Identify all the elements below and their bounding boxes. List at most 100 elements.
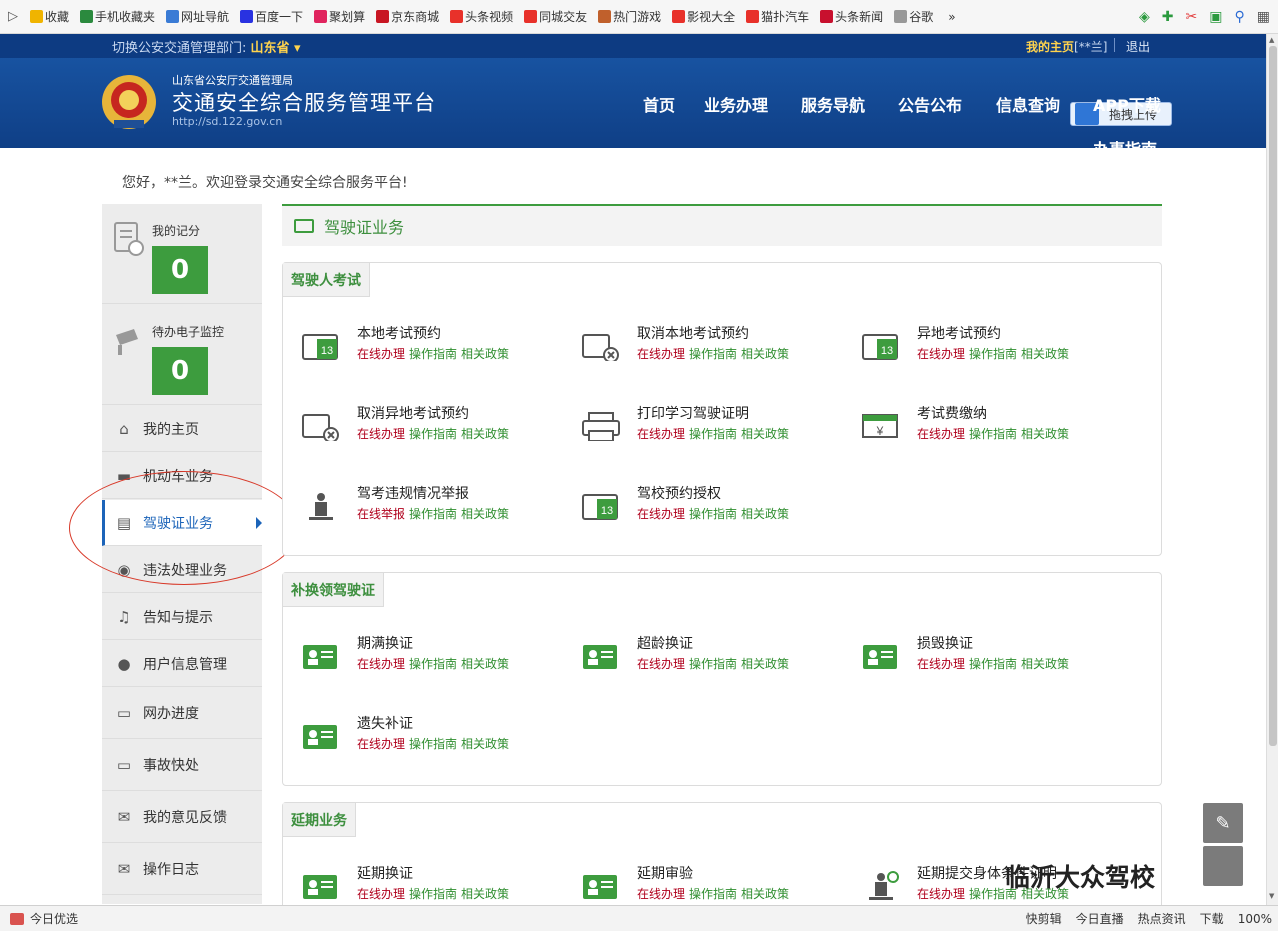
favorite-item[interactable]: 影视大全	[672, 8, 735, 25]
nav-app-download[interactable]: APP下载	[1093, 92, 1161, 116]
favorite-item[interactable]: 头条新闻	[820, 8, 883, 25]
online-handle-link[interactable]: 在线办理	[637, 507, 685, 521]
favorites-more-icon[interactable]: »	[948, 10, 955, 24]
sidebar-item[interactable]: ▭ 事故快处	[102, 740, 262, 791]
online-handle-link[interactable]: 在线办理	[357, 737, 405, 751]
guide-link[interactable]: 操作指南	[689, 887, 737, 901]
online-handle-link[interactable]: 在线办理	[357, 887, 405, 901]
extension-icon[interactable]: ✚	[1162, 9, 1174, 25]
service-name[interactable]: 考试费缴纳	[917, 403, 987, 423]
policy-link[interactable]: 相关政策	[461, 657, 509, 671]
service-name[interactable]: 本地考试预约	[357, 323, 441, 343]
policy-link[interactable]: 相关政策	[1021, 347, 1069, 361]
nav-announcements[interactable]: 公告公布	[898, 92, 962, 116]
policy-link[interactable]: 相关政策	[741, 657, 789, 671]
download-button[interactable]: 下载	[1200, 910, 1224, 927]
score-value[interactable]: 0	[152, 246, 208, 294]
guide-link[interactable]: 操作指南	[689, 507, 737, 521]
guide-link[interactable]: 操作指南	[409, 657, 457, 671]
guide-link[interactable]: 操作指南	[969, 347, 1017, 361]
edit-float-button[interactable]: ✎	[1203, 803, 1243, 843]
scissors-icon[interactable]: ✂	[1186, 9, 1198, 25]
shield-icon[interactable]: ◈	[1139, 9, 1150, 25]
policy-link[interactable]: 相关政策	[461, 427, 509, 441]
scrollbar-thumb[interactable]	[1269, 46, 1277, 746]
scroll-down-icon[interactable]: ▼	[1269, 892, 1274, 900]
favorite-item[interactable]: 热门游戏	[598, 8, 661, 25]
guide-link[interactable]: 操作指南	[409, 347, 457, 361]
monitor-value[interactable]: 0	[152, 347, 208, 395]
vertical-scrollbar[interactable]: ▲ ▼	[1266, 34, 1278, 905]
hot-news-button[interactable]: 热点资讯	[1138, 910, 1186, 927]
policy-link[interactable]: 相关政策	[461, 737, 509, 751]
online-handle-link[interactable]: 在线办理	[637, 347, 685, 361]
favorite-item[interactable]: 手机收藏夹	[80, 8, 155, 25]
online-handle-link[interactable]: 在线办理	[357, 427, 405, 441]
service-name[interactable]: 驾校预约授权	[637, 483, 721, 503]
service-name[interactable]: 损毁换证	[917, 633, 973, 653]
online-handle-link[interactable]: 在线办理	[637, 427, 685, 441]
monitor-card[interactable]: 待办电子监控 0	[102, 305, 262, 405]
nav-work-guide[interactable]: 办事指南	[1093, 136, 1157, 148]
online-handle-link[interactable]: 在线办理	[917, 887, 965, 901]
sidebar-item[interactable]: ♫ 告知与提示	[102, 594, 262, 640]
online-report-link[interactable]: 在线举报	[357, 507, 405, 521]
zoom-level[interactable]: 100%	[1238, 912, 1272, 926]
sidebar-item[interactable]: ⌂ 我的主页	[102, 406, 262, 452]
service-name[interactable]: 取消本地考试预约	[637, 323, 749, 343]
policy-link[interactable]: 相关政策	[461, 887, 509, 901]
online-handle-link[interactable]: 在线办理	[357, 657, 405, 671]
nav-home[interactable]: 首页	[643, 92, 675, 116]
nav-info-query[interactable]: 信息查询	[996, 92, 1060, 116]
service-name[interactable]: 驾考违规情况举报	[357, 483, 469, 503]
online-handle-link[interactable]: 在线办理	[637, 887, 685, 901]
favorite-item[interactable]: 同城交友	[524, 8, 587, 25]
policy-link[interactable]: 相关政策	[461, 347, 509, 361]
service-name[interactable]: 延期换证	[357, 863, 413, 883]
guide-link[interactable]: 操作指南	[689, 427, 737, 441]
guide-link[interactable]: 操作指南	[409, 427, 457, 441]
grid-icon[interactable]: ▦	[1257, 9, 1270, 25]
quick-edit-button[interactable]: 快剪辑	[1026, 910, 1062, 927]
guide-link[interactable]: 操作指南	[409, 737, 457, 751]
score-card[interactable]: 我的记分 0	[102, 204, 262, 304]
guide-link[interactable]: 操作指南	[409, 887, 457, 901]
favorite-item[interactable]: 谷歌	[894, 8, 933, 25]
favorite-item[interactable]: 猫扑汽车	[746, 8, 809, 25]
service-name[interactable]: 异地考试预约	[917, 323, 1001, 343]
guide-link[interactable]: 操作指南	[969, 427, 1017, 441]
service-name[interactable]: 期满换证	[357, 633, 413, 653]
policy-link[interactable]: 相关政策	[1021, 427, 1069, 441]
sidebar-toggle-icon[interactable]: ▷	[8, 9, 30, 24]
favorite-item[interactable]: 百度一下	[240, 8, 303, 25]
scroll-up-icon[interactable]: ▲	[1269, 36, 1274, 44]
policy-link[interactable]: 相关政策	[741, 887, 789, 901]
search-icon[interactable]: ⚲	[1235, 9, 1245, 25]
my-home-label[interactable]: 我的主页	[1026, 40, 1074, 54]
service-name[interactable]: 超龄换证	[637, 633, 693, 653]
service-name[interactable]: 取消异地考试预约	[357, 403, 469, 423]
top-float-button[interactable]	[1203, 846, 1243, 886]
favorite-item[interactable]: 头条视频	[450, 8, 513, 25]
guide-link[interactable]: 操作指南	[409, 507, 457, 521]
policy-link[interactable]: 相关政策	[741, 507, 789, 521]
service-name[interactable]: 延期审验	[637, 863, 693, 883]
nav-business[interactable]: 业务办理	[704, 92, 768, 116]
guide-link[interactable]: 操作指南	[969, 657, 1017, 671]
online-handle-link[interactable]: 在线办理	[357, 347, 405, 361]
nav-service-guide[interactable]: 服务导航	[801, 92, 865, 116]
policy-link[interactable]: 相关政策	[741, 427, 789, 441]
live-button[interactable]: 今日直播	[1076, 910, 1124, 927]
policy-link[interactable]: 相关政策	[461, 507, 509, 521]
online-handle-link[interactable]: 在线办理	[637, 657, 685, 671]
online-handle-link[interactable]: 在线办理	[917, 657, 965, 671]
service-name[interactable]: 打印学习驾驶证明	[637, 403, 749, 423]
favorite-item[interactable]: 网址导航	[166, 8, 229, 25]
favorite-item[interactable]: 京东商城	[376, 8, 439, 25]
policy-link[interactable]: 相关政策	[741, 347, 789, 361]
sidebar-item[interactable]: ● 用户信息管理	[102, 641, 262, 687]
favorite-item[interactable]: 收藏	[30, 8, 69, 25]
dept-switcher[interactable]: 切换公安交通管理部门: 山东省 ▾	[112, 37, 301, 56]
favorite-item[interactable]: 聚划算	[314, 8, 365, 25]
sidebar-item[interactable]: ▭ 网办进度	[102, 688, 262, 739]
